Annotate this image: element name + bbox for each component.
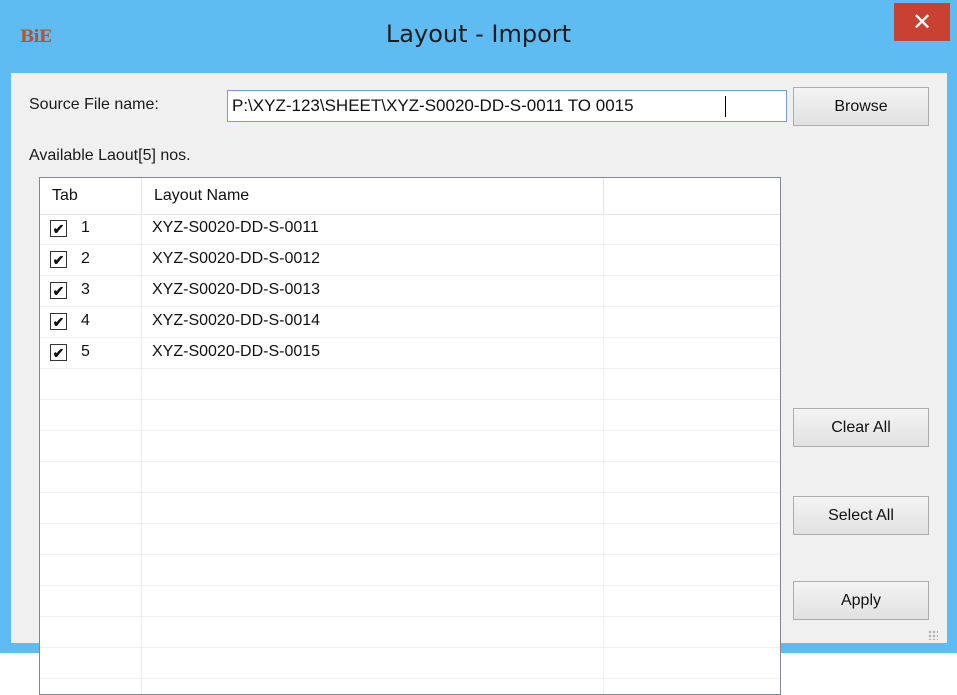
layout-grid[interactable]: Tab Layout Name ✔ 1 XYZ-S0020-DD-S-0011 … — [39, 177, 781, 695]
column-header-extra[interactable] — [604, 178, 780, 214]
checkmark-icon: ✔ — [52, 313, 65, 330]
close-icon: ✕ — [911, 8, 933, 36]
table-row[interactable]: ✔ 3 XYZ-S0020-DD-S-0013 — [40, 276, 780, 307]
row-tab-number: 4 — [81, 312, 90, 329]
empty-row — [40, 462, 780, 493]
close-button[interactable]: ✕ — [894, 3, 950, 41]
row-tab-number: 1 — [81, 219, 90, 236]
column-header-tab[interactable]: Tab — [40, 178, 140, 214]
empty-row — [40, 524, 780, 555]
apply-button[interactable]: Apply — [793, 581, 929, 620]
row-checkbox[interactable]: ✔ — [50, 220, 67, 237]
row-layout-name: XYZ-S0020-DD-S-0014 — [152, 312, 321, 329]
row-checkbox[interactable]: ✔ — [50, 313, 67, 330]
row-checkbox[interactable]: ✔ — [50, 282, 67, 299]
empty-row — [40, 431, 780, 462]
checkmark-icon: ✔ — [52, 282, 65, 299]
table-row[interactable]: ✔ 4 XYZ-S0020-DD-S-0014 — [40, 307, 780, 338]
table-row[interactable]: ✔ 1 XYZ-S0020-DD-S-0011 — [40, 214, 780, 245]
empty-row — [40, 369, 780, 400]
checkmark-icon: ✔ — [52, 220, 65, 237]
grid-header: Tab Layout Name — [40, 178, 780, 215]
row-tab-number: 5 — [81, 343, 90, 360]
row-tab-number: 2 — [81, 250, 90, 267]
source-file-input[interactable] — [227, 90, 787, 122]
select-all-button[interactable]: Select All — [793, 496, 929, 535]
window-title: Layout - Import — [385, 20, 572, 48]
browse-button[interactable]: Browse — [793, 87, 929, 126]
row-checkbox[interactable]: ✔ — [50, 251, 67, 268]
empty-row — [40, 586, 780, 617]
checkmark-icon: ✔ — [52, 251, 65, 268]
import-dialog: BiE Layout - Import ✕ Source File name: … — [0, 0, 957, 695]
text-caret — [725, 96, 726, 117]
empty-row — [40, 493, 780, 524]
row-layout-name: XYZ-S0020-DD-S-0013 — [152, 281, 321, 298]
row-checkbox[interactable]: ✔ — [50, 344, 67, 361]
table-row[interactable]: ✔ 5 XYZ-S0020-DD-S-0015 — [40, 338, 780, 369]
row-layout-name: XYZ-S0020-DD-S-0011 — [152, 219, 319, 236]
row-tab-number: 3 — [81, 281, 90, 298]
column-header-layout-name[interactable]: Layout Name — [142, 178, 603, 214]
row-layout-name: XYZ-S0020-DD-S-0015 — [152, 343, 321, 360]
resize-grip-icon[interactable] — [928, 630, 938, 640]
checkmark-icon: ✔ — [52, 344, 65, 361]
clear-all-button[interactable]: Clear All — [793, 408, 929, 447]
source-file-label: Source File name: — [29, 96, 159, 113]
table-row[interactable]: ✔ 2 XYZ-S0020-DD-S-0012 — [40, 245, 780, 276]
available-layouts-label: Available Laout[5] nos. — [29, 147, 191, 164]
dialog-body: Source File name: Browse Available Laout… — [11, 73, 947, 695]
empty-row — [40, 617, 780, 648]
empty-row — [40, 555, 780, 586]
row-layout-name: XYZ-S0020-DD-S-0012 — [152, 250, 321, 267]
empty-row — [40, 400, 780, 431]
title-bar[interactable]: BiE Layout - Import ✕ — [0, 0, 957, 72]
